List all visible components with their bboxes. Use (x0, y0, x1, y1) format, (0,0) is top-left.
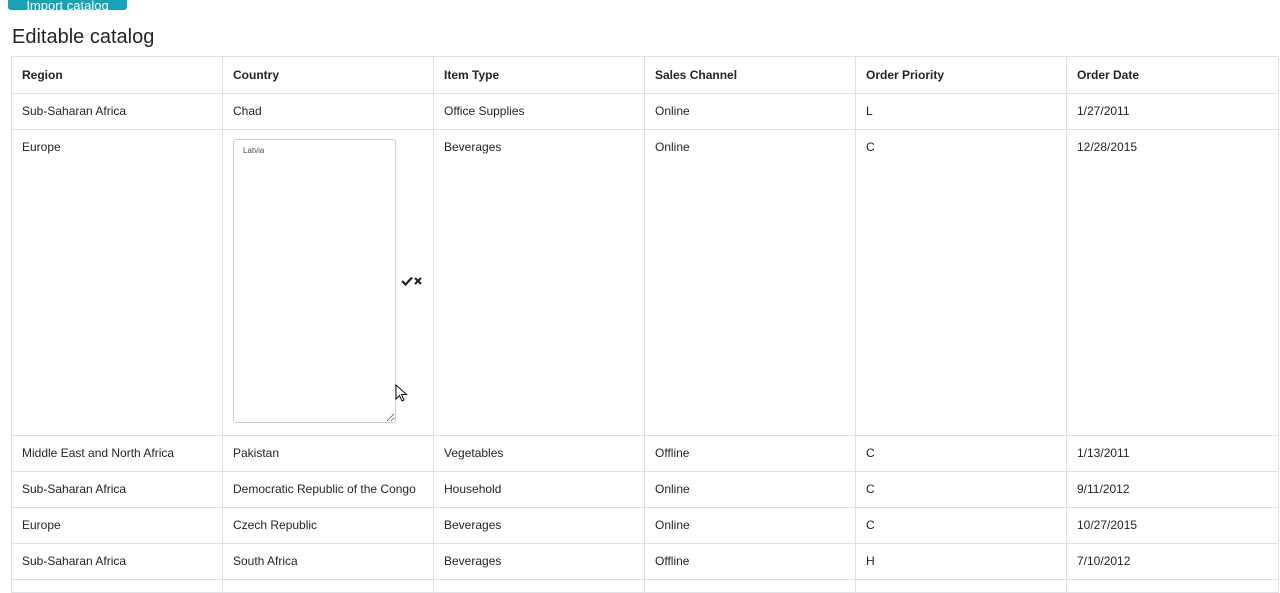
cell-region[interactable]: Europe (11, 507, 223, 544)
cell-order-priority[interactable]: L (855, 93, 1067, 130)
cell-sales-channel[interactable]: Online (644, 507, 856, 544)
cell-item-type[interactable]: Office Supplies (433, 93, 645, 130)
catalog-table: Region Country Item Type Sales Channel O… (11, 56, 1279, 593)
cell-item-type[interactable]: Beverages (433, 543, 645, 580)
cell-order-date[interactable]: 9/11/2012 (1066, 471, 1279, 508)
cell-country[interactable]: Chad (222, 93, 434, 130)
cell-country-editing[interactable]: Latvia (222, 129, 434, 436)
cell-order-priority[interactable]: C (855, 129, 1067, 436)
close-icon[interactable] (413, 275, 423, 285)
edit-actions (401, 275, 423, 287)
header-row: Region Country Item Type Sales Channel O… (11, 56, 1279, 94)
cell-order-date[interactable] (1066, 579, 1279, 593)
cell-region[interactable]: Sub-Saharan Africa (11, 471, 223, 508)
cell-region[interactable]: Middle East and North Africa (11, 435, 223, 472)
country-edit-textarea[interactable]: Latvia (233, 139, 396, 423)
cell-region[interactable] (11, 579, 223, 593)
table-row: Sub-Saharan Africa Democratic Republic o… (11, 471, 1279, 508)
cell-country[interactable]: Pakistan (222, 435, 434, 472)
table-row (11, 579, 1279, 593)
cell-sales-channel[interactable]: Offline (644, 435, 856, 472)
column-header-order-priority[interactable]: Order Priority (855, 56, 1067, 94)
column-header-order-date[interactable]: Order Date (1066, 56, 1279, 94)
cell-country[interactable]: Democratic Republic of the Congo (222, 471, 434, 508)
cell-region[interactable]: Sub-Saharan Africa (11, 543, 223, 580)
column-header-sales-channel[interactable]: Sales Channel (644, 56, 856, 94)
cell-item-type[interactable]: Household (433, 471, 645, 508)
cell-order-date[interactable]: 12/28/2015 (1066, 129, 1279, 436)
cell-sales-channel[interactable]: Online (644, 471, 856, 508)
import-button-label: Import catalog (26, 0, 109, 10)
cell-sales-channel[interactable]: Online (644, 93, 856, 130)
cell-order-date[interactable]: 1/27/2011 (1066, 93, 1279, 130)
column-header-item-type[interactable]: Item Type (433, 56, 645, 94)
cell-region[interactable]: Sub-Saharan Africa (11, 93, 223, 130)
page-title: Editable catalog (12, 26, 155, 48)
cell-item-type[interactable]: Beverages (433, 507, 645, 544)
cell-country[interactable] (222, 579, 434, 593)
cell-order-priority[interactable] (855, 579, 1067, 593)
table-row-editing: Europe Latvia Beverages Online C 12/28/2… (11, 129, 1279, 436)
cell-order-date[interactable]: 1/13/2011 (1066, 435, 1279, 472)
cell-country[interactable]: South Africa (222, 543, 434, 580)
cell-sales-channel[interactable] (644, 579, 856, 593)
cell-order-priority[interactable]: C (855, 507, 1067, 544)
cell-item-type[interactable]: Beverages (433, 129, 645, 436)
check-icon[interactable] (401, 275, 413, 287)
table-row: Sub-Saharan Africa Chad Office Supplies … (11, 93, 1279, 130)
cell-country[interactable]: Czech Republic (222, 507, 434, 544)
column-header-country[interactable]: Country (222, 56, 434, 94)
cell-item-type[interactable] (433, 579, 645, 593)
table-row: Middle East and North Africa Pakistan Ve… (11, 435, 1279, 472)
cell-sales-channel[interactable]: Online (644, 129, 856, 436)
cell-region[interactable]: Europe (11, 129, 223, 436)
table-row: Europe Czech Republic Beverages Online C… (11, 507, 1279, 544)
cell-order-date[interactable]: 10/27/2015 (1066, 507, 1279, 544)
table-row: Sub-Saharan Africa South Africa Beverage… (11, 543, 1279, 580)
cell-order-priority[interactable]: C (855, 435, 1067, 472)
cell-item-type[interactable]: Vegetables (433, 435, 645, 472)
mouse-pointer-icon (395, 383, 409, 404)
cell-order-date[interactable]: 7/10/2012 (1066, 543, 1279, 580)
cell-order-priority[interactable]: C (855, 471, 1067, 508)
cell-order-priority[interactable]: H (855, 543, 1067, 580)
cell-sales-channel[interactable]: Offline (644, 543, 856, 580)
import-button[interactable]: Import catalog (8, 0, 127, 10)
column-header-region[interactable]: Region (11, 56, 223, 94)
